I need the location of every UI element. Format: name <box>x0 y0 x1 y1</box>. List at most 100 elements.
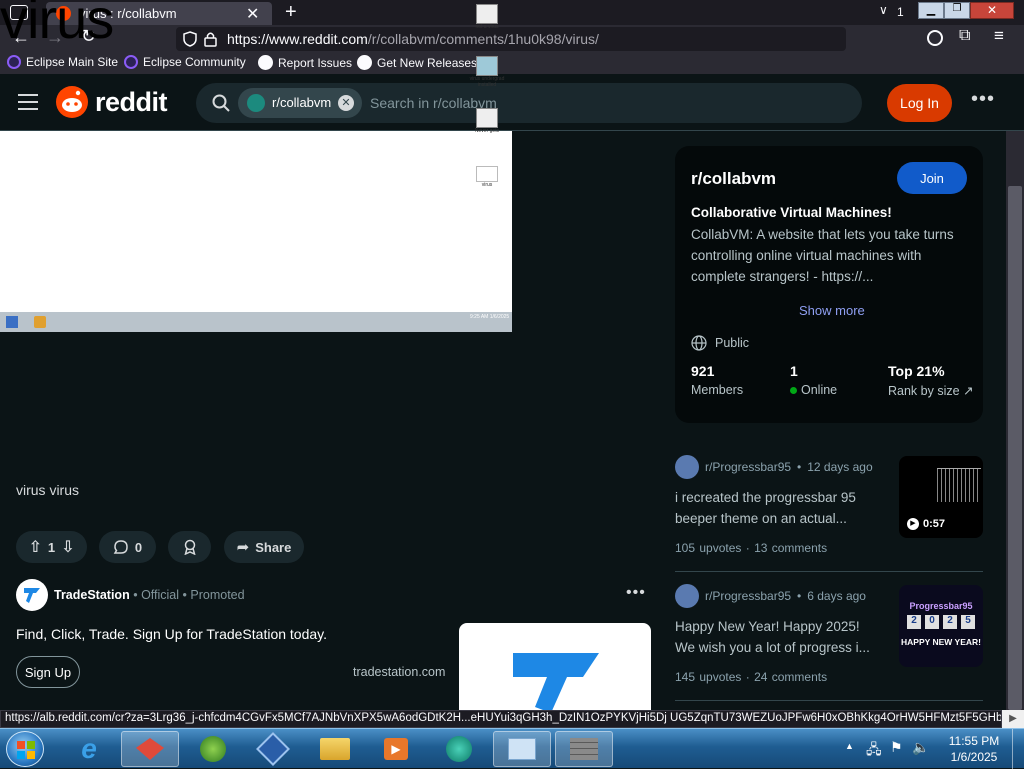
taskbar-control-panel[interactable] <box>493 731 551 767</box>
show-hidden-icons[interactable]: ▲ <box>845 741 854 751</box>
media-player-icon: ▶ <box>384 738 408 760</box>
ad-image[interactable] <box>459 623 651 710</box>
ad-meta: TradeStation • Official • Promoted <box>54 588 245 602</box>
ad-promoted: Promoted <box>190 588 245 602</box>
browser-tab-strip: virus : r/collabvm ✕ + ∨ 1 ▁ ❐ ✕ <box>0 0 1024 25</box>
award-button[interactable] <box>168 531 211 563</box>
system-clock[interactable]: 11:55 PM 1/6/2025 <box>944 733 1004 765</box>
taskbar-app-active[interactable] <box>121 731 179 767</box>
volume-icon[interactable]: 🔈 <box>912 739 929 756</box>
clock-date: 1/6/2025 <box>950 750 998 764</box>
more-options-icon[interactable]: ••• <box>971 88 995 111</box>
taskbar-explorer[interactable] <box>306 731 364 767</box>
related-author[interactable]: r/Progressbar95 <box>705 589 791 603</box>
ad-more-icon[interactable]: ••• <box>626 584 646 602</box>
scrollbar-thumb[interactable] <box>1008 186 1022 710</box>
downvote-icon[interactable]: ⇩ <box>61 537 74 557</box>
login-button[interactable]: Log In <box>887 84 952 122</box>
action-center-flag-icon[interactable]: ⚑ <box>890 739 903 756</box>
waveform <box>937 468 981 502</box>
subreddit-search-chip[interactable]: r/collabvm ✕ <box>238 88 362 118</box>
minimize-icon[interactable]: ▁ <box>918 2 944 19</box>
stat-rank[interactable]: Top 21% Rank by size ↗ <box>888 363 974 398</box>
comment-count: 0 <box>134 539 143 555</box>
taskbar-firewall[interactable] <box>555 731 613 767</box>
related-title: i recreated the progressbar 95 <box>675 490 856 505</box>
eclipse-icon <box>124 55 138 69</box>
related-thumbnail[interactable]: ▶ 0:57 <box>899 456 983 538</box>
taskbar-app[interactable] <box>430 731 488 767</box>
stat-value: 1 <box>790 363 798 379</box>
desktop-icon: Never gets <box>468 108 506 134</box>
extensions-icon[interactable]: ⧉ <box>959 27 970 45</box>
subreddit-name[interactable]: r/collabvm <box>691 169 776 189</box>
related-title: Happy New Year! Happy 2025! <box>675 619 860 634</box>
close-tab-icon[interactable]: ✕ <box>246 4 259 24</box>
vote-score: 1 <box>47 539 56 555</box>
related-upvotes: 145 upvotes <box>675 670 742 684</box>
eclipse-icon <box>7 55 21 69</box>
folder-icon <box>320 738 350 760</box>
network-icon[interactable]: 🖧 <box>866 739 882 763</box>
bookmark-label: Get New Releases <box>377 55 478 70</box>
ad-brand[interactable]: TradeStation <box>54 588 130 602</box>
award-icon <box>183 539 196 555</box>
bookmark-label: Report Issues <box>278 55 353 70</box>
join-button[interactable]: Join <box>897 162 967 194</box>
control-panel-icon <box>508 738 536 760</box>
tradestation-logo-icon <box>513 653 599 710</box>
window-controls: ▁ ❐ ✕ <box>918 2 1018 19</box>
bookmark-get-new-releases[interactable]: Get New Releases <box>357 55 477 70</box>
taskbar-ie[interactable]: e <box>60 731 118 767</box>
desktop-icon: not a virus <box>468 4 506 30</box>
reddit-logo[interactable]: reddit <box>55 85 168 119</box>
related-post[interactable]: r/Progressbar95 • 6 days ago Happy New Y… <box>675 584 905 684</box>
bookmark-report-issues[interactable]: Report Issues <box>258 55 352 70</box>
clear-chip-icon[interactable]: ✕ <box>338 95 354 111</box>
tab-list-chevron-icon[interactable]: ∨ <box>879 3 888 17</box>
stat-label: Members <box>691 383 744 397</box>
related-title: We wish you a lot of progress i... <box>675 640 870 655</box>
close-window-icon[interactable]: ✕ <box>970 2 1014 19</box>
restore-icon[interactable]: ❐ <box>944 2 970 19</box>
chip-label: r/collabvm <box>272 95 332 110</box>
vote-controls: ⇧ 1 ⇩ <box>16 531 87 563</box>
related-author[interactable]: r/Progressbar95 <box>705 460 791 474</box>
share-button[interactable]: ➦ Share <box>224 531 304 563</box>
thumb-caption: HAPPY NEW YEAR! <box>901 637 981 647</box>
url-bar[interactable]: https://www.reddit.com/r/collabvm/commen… <box>176 27 846 51</box>
menu-icon[interactable]: ≡ <box>994 26 1004 46</box>
account-icon[interactable] <box>927 30 943 46</box>
related-age: 12 days ago <box>807 460 873 474</box>
ad-signup-button[interactable]: Sign Up <box>16 656 80 688</box>
shield-icon[interactable] <box>183 31 197 47</box>
related-post[interactable]: r/Progressbar95 • 12 days ago i recreate… <box>675 455 905 555</box>
show-desktop-button[interactable] <box>1012 729 1024 769</box>
upvote-icon[interactable]: ⇧ <box>28 537 41 557</box>
hamburger-menu-icon[interactable] <box>18 94 38 110</box>
external-link-icon: ↗ <box>963 384 974 398</box>
vm-taskbar: 9:25 AM 1/6/2025 <box>0 312 512 332</box>
bookmark-eclipse-community[interactable]: Eclipse Community <box>124 55 246 69</box>
stat-label: Online <box>801 383 838 397</box>
subreddit-avatar-icon <box>675 584 699 608</box>
thumb-digits: 2 0 2 5 <box>899 615 983 629</box>
taskbar-virtualbox[interactable] <box>244 731 302 767</box>
start-button[interactable] <box>6 731 44 767</box>
bookmark-eclipse-main[interactable]: Eclipse Main Site <box>7 55 118 69</box>
status-link-preview: https://alb.reddit.com/cr?za=3Lrg36_j-ch… <box>0 710 1002 728</box>
github-icon <box>258 55 273 70</box>
show-more-link[interactable]: Show more <box>799 303 865 318</box>
new-tab-icon[interactable]: + <box>285 1 297 24</box>
comments-button[interactable]: 0 <box>99 531 156 563</box>
taskbar-media-player[interactable]: ▶ <box>367 731 425 767</box>
play-icon: ▶ <box>907 518 919 530</box>
tradestation-avatar[interactable] <box>16 579 48 611</box>
related-thumbnail[interactable]: Progressbar95 2 0 2 5 HAPPY NEW YEAR! <box>899 585 983 667</box>
lock-icon[interactable] <box>204 31 217 47</box>
taskbar-download-manager[interactable] <box>184 731 242 767</box>
post-body: virus virus <box>16 482 80 498</box>
ad-domain[interactable]: tradestation.com <box>353 665 445 679</box>
scroll-right-icon[interactable]: ▶ <box>1002 710 1024 728</box>
subreddit-visibility: Public <box>715 336 750 350</box>
